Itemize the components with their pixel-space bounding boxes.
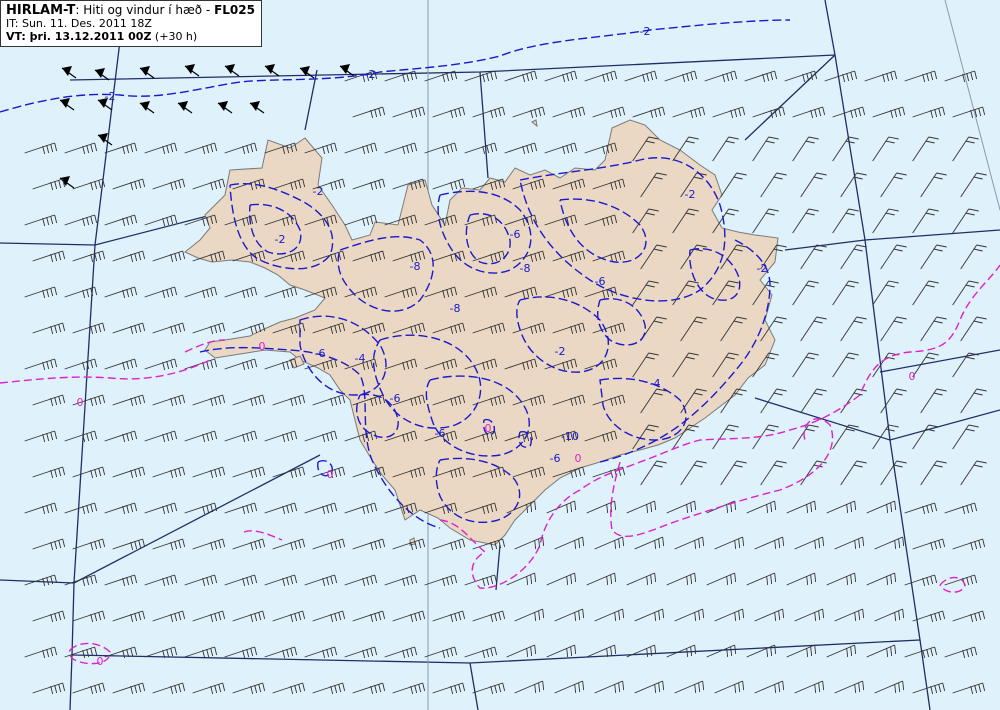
isotherm-label: 0 — [485, 422, 492, 435]
isotherm-label: -2 — [275, 233, 286, 246]
isotherm-label: -6 — [390, 392, 401, 405]
isotherm-label: -8 — [450, 302, 461, 315]
isotherm-label: -8 — [410, 260, 421, 273]
isotherm-label: -4 — [650, 377, 661, 390]
isotherm-label: -10 — [561, 430, 579, 443]
isotherm-label: -2 — [555, 345, 566, 358]
title-box: HIRLAM-T: Hiti og vindur í hæð - FL025 I… — [0, 0, 262, 47]
isotherm-label: -2 — [313, 185, 324, 198]
isotherm-label: -2 — [640, 25, 651, 38]
isotherm-label: 0 — [77, 396, 84, 409]
isotherm-label: 0 — [97, 655, 104, 668]
product-description: : Hiti og vindur í hæð - — [75, 3, 215, 17]
isotherm-label: -6 — [595, 275, 606, 288]
isotherm-label: 0 — [909, 370, 916, 383]
isotherm-label: -6 — [550, 452, 561, 465]
valid-time: þri. 13.12.2011 00Z — [25, 30, 152, 43]
forecast-offset: (+30 h) — [151, 30, 198, 43]
isotherm-label: -8 — [520, 262, 531, 275]
isotherm-label: 0 — [575, 452, 582, 465]
isotherm-label: -2 — [365, 68, 376, 81]
isotherm-label: -2 — [685, 188, 696, 201]
flight-level: FL025 — [214, 3, 255, 17]
map-canvas: -2 -2 -2 -2 -2 -2 -2 -2 -6 -6 -6 -6 -6 -6 -8 -8 -8 -10 -4 -… — [0, 0, 1000, 710]
model-name: HIRLAM-T — [6, 3, 76, 18]
isotherm-label: -6 — [510, 228, 521, 241]
isotherm-label: -4 — [355, 352, 366, 365]
initial-time: IT: Sun. 11. Des. 2011 18Z — [6, 17, 152, 30]
isotherm-label: -2 — [105, 90, 116, 103]
valid-time-prefix: VT: — [6, 30, 26, 43]
isotherm-label: 0 — [259, 340, 266, 353]
isotherm-label: -6 — [435, 427, 446, 440]
weather-map: -2 -2 -2 -2 -2 -2 -2 -2 -6 -6 -6 -6 -6 -6 -8 -8 -8 -10 -4 -… — [0, 0, 1000, 710]
isotherm-label: -2 — [757, 262, 768, 275]
isotherm-label: -6 — [315, 347, 326, 360]
isotherm-label: 0 — [327, 468, 334, 481]
